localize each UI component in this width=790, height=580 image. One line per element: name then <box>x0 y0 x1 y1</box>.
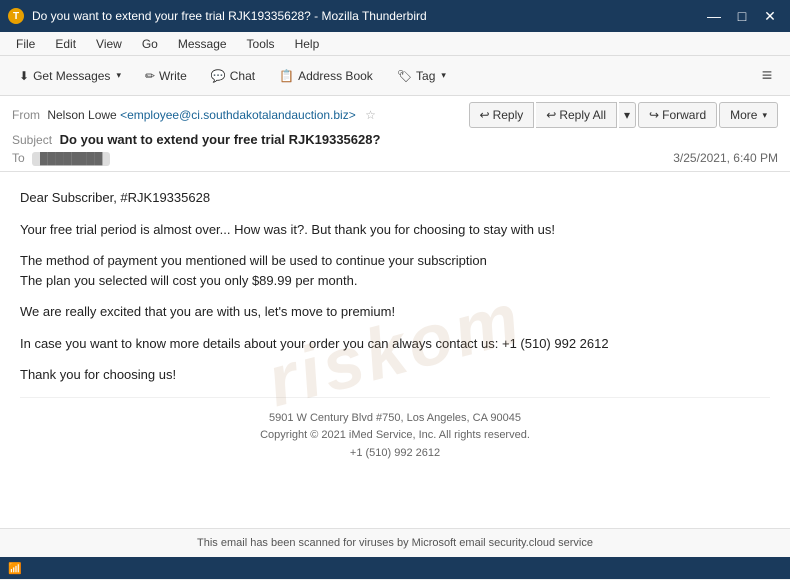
email-header-top: From Nelson Lowe <employee@ci.southdakot… <box>12 102 778 128</box>
reply-button[interactable]: ↩ Reply <box>469 102 535 128</box>
subject-text: Do you want to extend your free trial RJ… <box>60 132 381 147</box>
menu-tools[interactable]: Tools <box>239 35 283 53</box>
virus-notice: This email has been scanned for viruses … <box>0 528 790 557</box>
window-controls: — □ ✕ <box>702 6 782 26</box>
address-book-button[interactable]: 📋 Address Book <box>268 61 384 91</box>
body-line7: Thank you for choosing us! <box>20 365 770 385</box>
from-email[interactable]: <employee@ci.southdakotalandauction.biz> <box>120 108 356 122</box>
maximize-button[interactable]: □ <box>730 6 754 26</box>
from-label: From <box>12 108 40 122</box>
menu-bar: File Edit View Go Message Tools Help <box>0 32 790 56</box>
toolbar: ⬇ Get Messages ▾ ✏ Write 💬 Chat 📋 Addres… <box>0 56 790 96</box>
reply-all-button[interactable]: ↩ Reply All <box>536 102 617 128</box>
menu-go[interactable]: Go <box>134 35 166 53</box>
to-line: To ████████ <box>12 151 110 165</box>
subject-label: Subject <box>12 133 52 147</box>
status-bar: 📶 <box>0 557 790 579</box>
reply-icon: ↩ <box>480 108 490 122</box>
reply-all-dropdown-icon: ▾ <box>624 108 630 122</box>
body-line2: Your free trial period is almost over...… <box>20 220 770 240</box>
body-line5: We are really excited that you are with … <box>20 302 770 322</box>
date-text: 3/25/2021, 6:40 PM <box>673 151 778 165</box>
to-label: To <box>12 151 25 165</box>
menu-help[interactable]: Help <box>287 35 328 53</box>
chat-button[interactable]: 💬 Chat <box>200 61 266 91</box>
star-icon[interactable]: ☆ <box>365 108 376 122</box>
footer-phone: +1 (510) 992 2612 <box>40 445 750 463</box>
minimize-button[interactable]: — <box>702 6 726 26</box>
write-button[interactable]: ✏ Write <box>134 61 198 91</box>
email-footer: 5901 W Century Blvd #750, Los Angeles, C… <box>20 397 770 475</box>
to-date-line: To ████████ 3/25/2021, 6:40 PM <box>12 151 778 165</box>
tag-button[interactable]: 🏷 Tag ▾ <box>386 61 457 91</box>
action-buttons: ↩ Reply ↩ Reply All ▾ ↪ Forward More ▾ <box>469 102 778 128</box>
menu-message[interactable]: Message <box>170 35 235 53</box>
chat-icon: 💬 <box>211 69 226 83</box>
reply-all-dropdown-button[interactable]: ▾ <box>619 102 636 128</box>
tag-dropdown-icon: ▾ <box>441 70 446 81</box>
footer-copyright: Copyright © 2021 iMed Service, Inc. All … <box>40 427 750 445</box>
tag-icon: 🏷 <box>397 69 412 83</box>
get-messages-button[interactable]: ⬇ Get Messages ▾ <box>8 61 132 91</box>
to-value: ████████ <box>32 152 110 166</box>
menu-view[interactable]: View <box>88 35 130 53</box>
from-name: Nelson Lowe <box>47 108 116 122</box>
body-line6: In case you want to know more details ab… <box>20 334 770 354</box>
footer-address: 5901 W Century Blvd #750, Los Angeles, C… <box>40 410 750 428</box>
close-button[interactable]: ✕ <box>758 6 782 26</box>
more-dropdown-icon: ▾ <box>762 110 767 121</box>
app-icon: T <box>8 8 24 24</box>
more-button[interactable]: More ▾ <box>719 102 778 128</box>
from-line: From Nelson Lowe <employee@ci.southdakot… <box>12 108 376 122</box>
email-header: From Nelson Lowe <employee@ci.southdakot… <box>0 96 790 172</box>
reply-all-icon: ↩ <box>546 108 556 122</box>
get-messages-dropdown-icon: ▾ <box>116 70 121 81</box>
menu-file[interactable]: File <box>8 35 43 53</box>
body-line1: Dear Subscriber, #RJK19335628 <box>20 188 770 208</box>
body-line3: The method of payment you mentioned will… <box>20 251 770 290</box>
write-icon: ✏ <box>145 69 155 83</box>
window-title: Do you want to extend your free trial RJ… <box>32 9 694 23</box>
address-book-icon: 📋 <box>279 69 294 83</box>
subject-line: Subject Do you want to extend your free … <box>12 132 778 147</box>
email-body: riskom Dear Subscriber, #RJK19335628 You… <box>0 172 790 528</box>
forward-button[interactable]: ↪ Forward <box>638 102 717 128</box>
get-messages-icon: ⬇ <box>19 69 29 83</box>
toolbar-menu-button[interactable]: ≡ <box>752 61 782 91</box>
forward-icon: ↪ <box>649 108 659 122</box>
menu-edit[interactable]: Edit <box>47 35 84 53</box>
title-bar: T Do you want to extend your free trial … <box>0 0 790 32</box>
status-icon: 📶 <box>8 562 22 575</box>
